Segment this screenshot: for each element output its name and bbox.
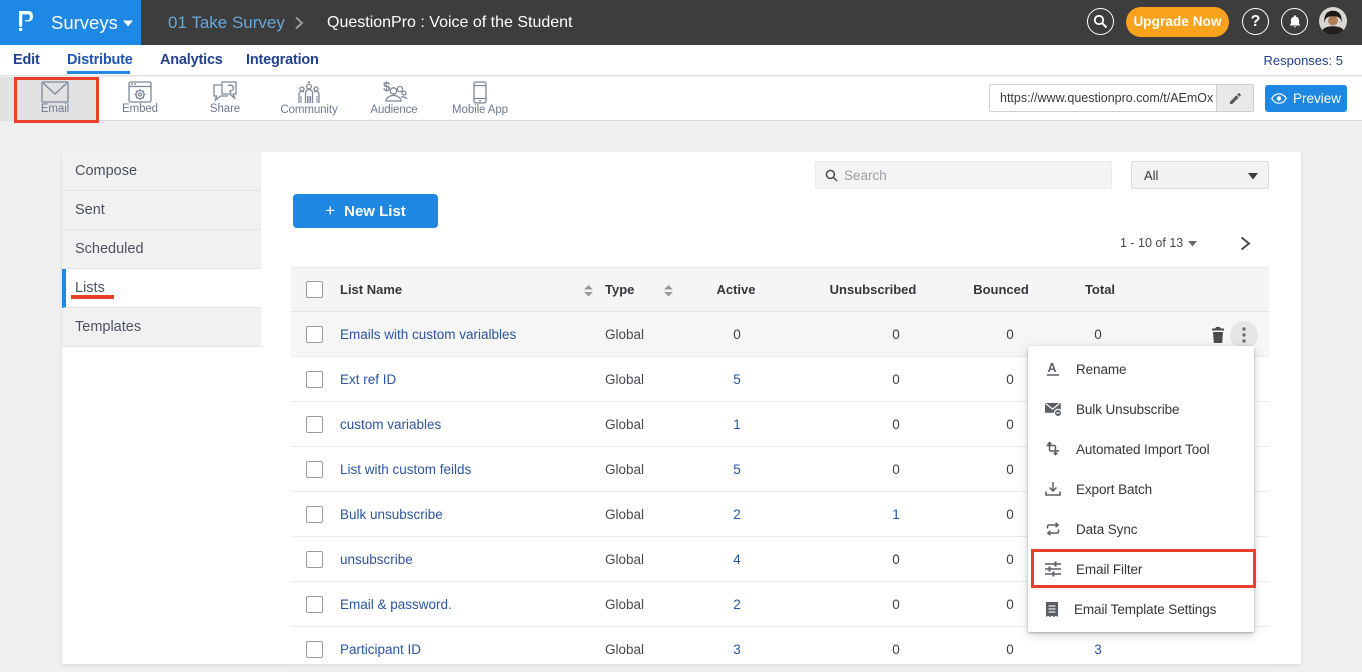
svg-text:A: A <box>1048 361 1057 375</box>
